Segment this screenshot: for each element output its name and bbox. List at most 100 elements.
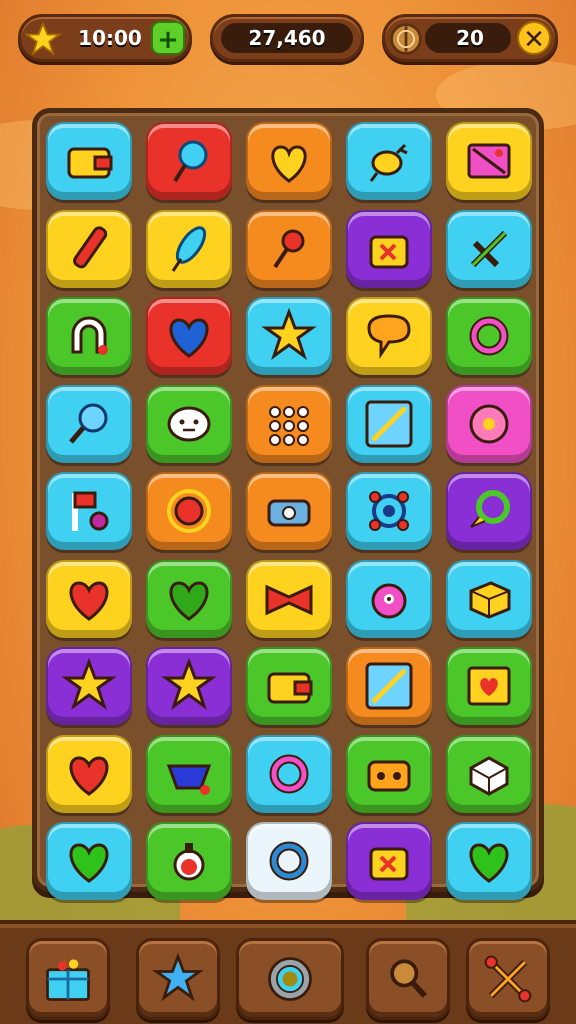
bottom-toolbar — [0, 920, 576, 1024]
tile-r1-c5[interactable] — [446, 122, 532, 200]
score-text: 27,460 — [248, 26, 326, 50]
game-board — [32, 108, 544, 900]
tile-r9-c4[interactable] — [346, 822, 432, 900]
settings-button[interactable] — [236, 938, 344, 1020]
ring-icon — [269, 841, 309, 881]
apple-ring-icon — [167, 489, 211, 533]
gift-box-icon — [46, 959, 90, 1001]
magnifier-icon — [69, 403, 108, 444]
close-button[interactable]: ✕ — [517, 21, 551, 55]
tile-r2-c2[interactable] — [146, 209, 232, 288]
tile-r9-c3[interactable] — [246, 822, 332, 900]
monster-icon — [371, 583, 407, 618]
bag-icon — [369, 847, 409, 881]
tile-r2-c1[interactable] — [46, 209, 132, 288]
coins-pill: 20 ✕ — [382, 14, 558, 62]
ring-icon — [269, 754, 309, 793]
tile-r9-c1[interactable] — [46, 822, 132, 900]
tile-r6-c2[interactable] — [146, 559, 232, 638]
radio-icon — [367, 760, 411, 791]
flag-icon — [72, 491, 109, 531]
camera-icon — [267, 499, 311, 527]
tile-r6-c4[interactable] — [346, 559, 432, 638]
tile-r8-c2[interactable] — [146, 734, 232, 813]
tile-r7-c2[interactable] — [146, 647, 232, 725]
pencil-icon — [73, 225, 108, 268]
star-icon — [152, 952, 204, 1002]
tile-r3-c2[interactable] — [146, 297, 232, 375]
tile-r4-c5[interactable] — [446, 384, 532, 463]
search-button[interactable] — [366, 938, 450, 1020]
tile-r2-c5[interactable] — [446, 209, 532, 288]
bowl-icon — [166, 764, 212, 795]
tile-r2-c4[interactable] — [346, 209, 432, 288]
tile-r1-c3[interactable] — [246, 122, 332, 200]
tile-r6-c5[interactable] — [446, 559, 532, 638]
tile-r7-c5[interactable] — [446, 647, 532, 725]
pen-icon — [365, 400, 413, 447]
gift-box-button[interactable] — [26, 938, 110, 1020]
tile-r8-c3[interactable] — [246, 734, 332, 813]
gear-icon — [369, 491, 409, 531]
star-button[interactable] — [136, 938, 220, 1020]
star-icon — [25, 21, 61, 56]
add-time-button[interactable]: + — [151, 21, 185, 55]
tile-r8-c4[interactable] — [346, 734, 432, 813]
bug-icon — [369, 143, 408, 182]
box-icon — [469, 755, 509, 796]
tile-r5-c2[interactable] — [146, 472, 232, 550]
speech-bubble-icon — [367, 314, 411, 359]
star-icon — [261, 307, 317, 360]
coins-text: 20 — [456, 26, 484, 50]
tile-r9-c2[interactable] — [146, 822, 232, 900]
tile-r4-c4[interactable] — [346, 384, 432, 463]
potion-icon — [173, 843, 205, 881]
timer-pill: 10:00 + — [18, 14, 192, 62]
tile-r5-c4[interactable] — [346, 472, 432, 550]
tile-r5-c3[interactable] — [246, 472, 332, 550]
tile-r7-c3[interactable] — [246, 647, 332, 725]
envelope-icon — [467, 143, 511, 179]
star-icon — [61, 657, 117, 710]
tile-r4-c1[interactable] — [46, 384, 132, 463]
heart-icon — [169, 318, 209, 358]
heart-icon — [69, 755, 109, 796]
tile-r3-c5[interactable] — [446, 297, 532, 375]
heart-icon — [69, 843, 109, 883]
tile-r3-c1[interactable] — [46, 297, 132, 375]
tile-r1-c2[interactable] — [146, 122, 232, 200]
feather-icon — [171, 225, 207, 272]
tile-r5-c5[interactable] — [446, 472, 532, 550]
heart-outline-icon — [271, 145, 307, 183]
tile-r8-c5[interactable] — [446, 734, 532, 813]
tile-r3-c4[interactable] — [346, 297, 432, 375]
tile-r5-c1[interactable] — [46, 472, 132, 550]
heart-icon — [469, 843, 509, 883]
top-hud: 10:00 + 27,460 20 ✕ — [18, 14, 558, 64]
gear-icon — [268, 957, 312, 1001]
bag-icon — [369, 235, 409, 268]
tile-r8-c1[interactable] — [46, 734, 132, 813]
tile-r1-c1[interactable] — [46, 122, 132, 200]
tile-r1-c4[interactable] — [346, 122, 432, 200]
tile-r7-c1[interactable] — [46, 647, 132, 725]
wallet-icon — [67, 147, 113, 179]
tile-r6-c3[interactable] — [246, 559, 332, 638]
magnet-icon — [71, 316, 108, 355]
pin-icon — [273, 229, 305, 268]
tile-r6-c1[interactable] — [46, 559, 132, 638]
tile-r7-c4[interactable] — [346, 647, 432, 725]
ring-icon — [469, 316, 509, 356]
tile-r3-c3[interactable] — [246, 297, 332, 375]
tools-button[interactable] — [466, 938, 550, 1020]
tile-r4-c3[interactable] — [246, 384, 332, 463]
tile-r4-c2[interactable] — [146, 384, 232, 463]
wallet-icon — [267, 672, 313, 704]
star-icon — [161, 657, 217, 710]
tile-r2-c3[interactable] — [246, 209, 332, 288]
bow-icon — [265, 584, 313, 615]
tile-r9-c5[interactable] — [446, 822, 532, 900]
dots-icon — [269, 405, 309, 446]
score-pill: 27,460 — [210, 14, 364, 62]
cube-icon — [469, 580, 511, 619]
